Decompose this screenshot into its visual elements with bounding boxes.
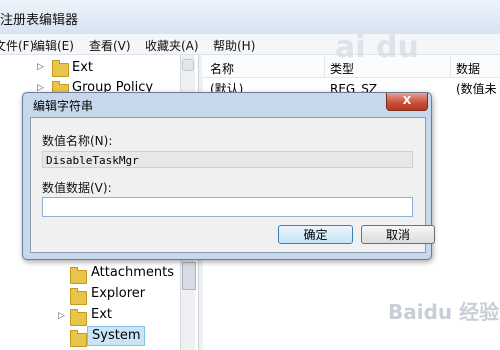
- value-data-input[interactable]: [42, 197, 413, 217]
- tree-item-ext[interactable]: Ext: [72, 59, 93, 77]
- menu-bar: 文件(F) 编辑(E) 查看(V) 收藏夹(A) 帮助(H): [0, 34, 500, 55]
- expand-arrow-icon[interactable]: ▷: [37, 62, 44, 72]
- column-data[interactable]: 数据: [456, 60, 480, 77]
- folder-icon: [52, 60, 69, 77]
- column-divider[interactable]: [450, 55, 451, 77]
- cancel-button[interactable]: 取消: [361, 225, 435, 244]
- ok-button[interactable]: 确定: [278, 225, 353, 244]
- menu-favorites[interactable]: 收藏夹(A): [145, 37, 199, 54]
- scroll-up-button[interactable]: [182, 59, 194, 71]
- window-title: 注册表编辑器: [0, 13, 79, 28]
- folder-icon: [70, 267, 87, 284]
- folder-icon: [70, 330, 87, 347]
- row-data: (数值未: [456, 82, 497, 96]
- expand-arrow-icon[interactable]: ▷: [58, 311, 65, 321]
- tree-item-ext[interactable]: Ext: [91, 306, 112, 324]
- watermark-logo: ai du: [335, 30, 419, 65]
- dialog-body: 数值名称(N): DisableTaskMgr 数值数据(V): 确定 取消: [30, 117, 435, 253]
- tree-item-system[interactable]: System: [87, 326, 146, 346]
- scroll-thumb[interactable]: [182, 262, 196, 290]
- close-button[interactable]: X: [386, 93, 428, 111]
- dialog-title: 编辑字符串: [33, 99, 94, 113]
- title-bar: 注册表编辑器: [0, 0, 500, 34]
- value-name-label: 数值名称(N):: [42, 134, 113, 148]
- value-name-field: DisableTaskMgr: [42, 151, 413, 168]
- edit-string-dialog: 编辑字符串 X 数值名称(N): DisableTaskMgr 数值数据(V):…: [22, 92, 435, 260]
- menu-view[interactable]: 查看(V): [89, 37, 131, 54]
- column-name[interactable]: 名称: [210, 60, 234, 77]
- column-divider[interactable]: [324, 55, 325, 77]
- menu-file[interactable]: 文件(F): [0, 37, 34, 54]
- tree-item-attachments[interactable]: Attachments: [91, 264, 174, 282]
- value-data-label: 数值数据(V):: [42, 181, 112, 195]
- menu-help[interactable]: 帮助(H): [213, 37, 255, 54]
- watermark-baidu: Baidu 经验: [388, 300, 500, 324]
- folder-icon: [70, 309, 87, 326]
- folder-icon: [70, 288, 87, 305]
- menu-edit[interactable]: 编辑(E): [33, 37, 74, 54]
- tree-item-explorer[interactable]: Explorer: [91, 285, 145, 303]
